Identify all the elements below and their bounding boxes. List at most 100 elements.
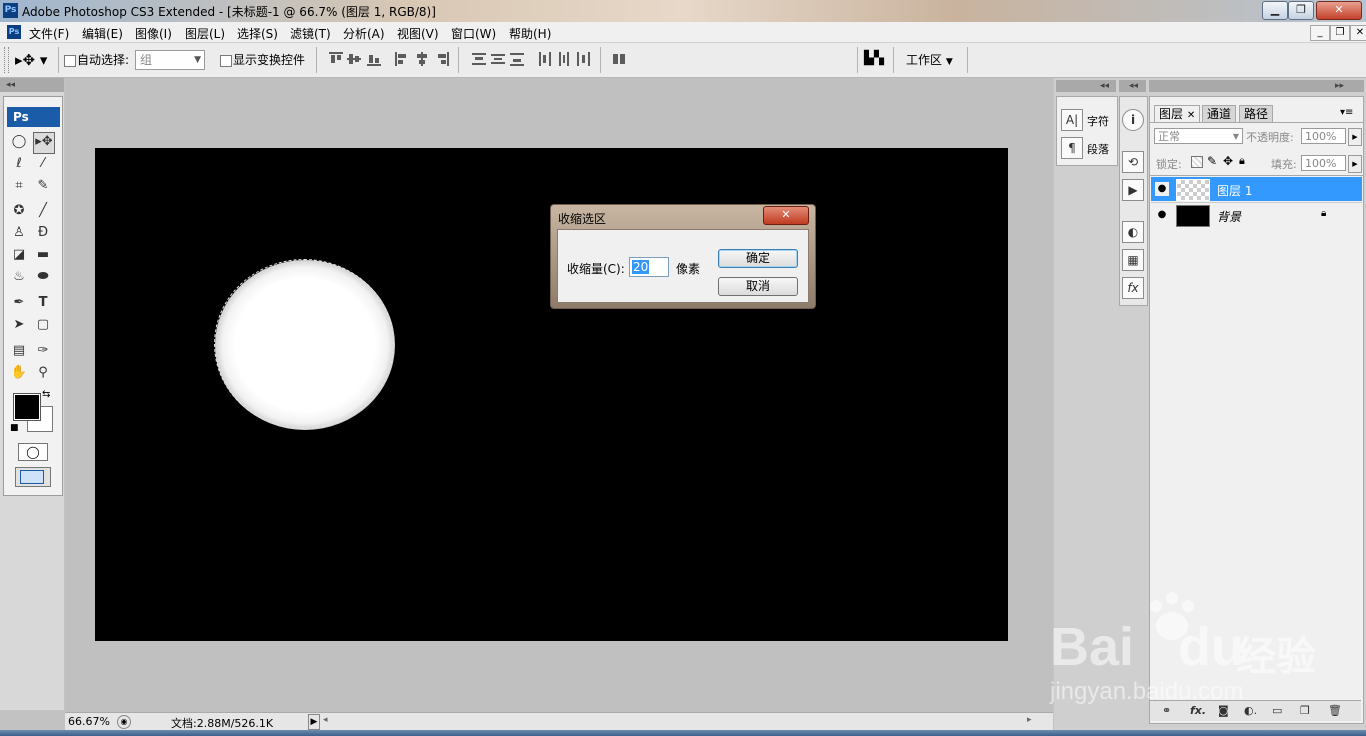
scroll-left-icon[interactable]: ◂ [323, 715, 328, 725]
fill-field[interactable]: 100% [1301, 155, 1346, 171]
align-hcenter-icon[interactable] [415, 52, 429, 66]
quick-mask-icon[interactable]: ◯ [18, 443, 48, 461]
scroll-right-icon[interactable]: ▸ [1027, 715, 1032, 725]
gradient-tool-icon[interactable]: ▬ [33, 245, 53, 265]
pen-tool-icon[interactable]: ✒ [9, 293, 29, 313]
lock-transparent-icon[interactable] [1191, 156, 1203, 168]
collapse-icon[interactable]: ◂◂ [1129, 81, 1138, 91]
minimize-icon[interactable]: ▁ [1262, 1, 1288, 20]
move-tool-icon[interactable]: ▸✥ [33, 132, 55, 154]
blur-tool-icon[interactable]: ♨ [9, 267, 29, 287]
menu-layer[interactable]: 图层(L) [185, 25, 225, 42]
layer-name[interactable]: 图层 1 [1217, 182, 1252, 199]
ok-button[interactable]: 确定 [718, 249, 798, 268]
menu-image[interactable]: 图像(I) [135, 25, 172, 42]
maximize-icon[interactable]: ❐ [1288, 1, 1314, 20]
workspace-button[interactable]: 工作区 ▼ [906, 51, 953, 68]
history-brush-tool-icon[interactable]: Ɖ [33, 223, 53, 243]
shape-tool-icon[interactable]: ▢ [33, 315, 53, 335]
distribute-bottom-icon[interactable] [510, 52, 524, 66]
magic-wand-tool-icon[interactable]: ⁄ [33, 154, 53, 174]
paragraph-icon[interactable]: ¶ [1061, 137, 1083, 159]
marquee-tool-icon[interactable]: ◯ [9, 132, 29, 152]
selection-marquee[interactable] [214, 259, 394, 429]
opacity-slider-icon[interactable]: ▶ [1348, 128, 1362, 146]
crop-tool-icon[interactable]: ⌗ [9, 176, 29, 196]
foreground-color-swatch[interactable] [13, 393, 41, 421]
menu-filter[interactable]: 滤镜(T) [290, 25, 331, 42]
auto-select-checkbox[interactable] [64, 55, 76, 67]
brush-tool-icon[interactable]: ╱ [33, 201, 53, 221]
lock-all-icon[interactable]: 🔒︎ [1239, 154, 1245, 168]
lock-image-icon[interactable]: ✎ [1207, 154, 1217, 168]
distribute-hcenter-icon[interactable] [557, 52, 571, 66]
collapse-icon[interactable]: ▸▸ [1335, 81, 1344, 91]
visibility-eye-icon[interactable]: ● [1155, 208, 1169, 222]
tab-layers[interactable]: 图层 ✕ [1154, 105, 1201, 123]
panel-menu-icon[interactable]: ▾≡ [1340, 107, 1353, 118]
lasso-tool-icon[interactable]: ℓ [9, 154, 29, 174]
hand-tool-icon[interactable]: ✋ [9, 363, 29, 383]
align-vcenter-icon[interactable] [347, 52, 361, 66]
tab-paths[interactable]: 路径 [1239, 105, 1274, 123]
menu-analysis[interactable]: 分析(A) [343, 25, 385, 42]
cancel-button[interactable]: 取消 [718, 277, 798, 296]
visibility-eye-icon[interactable]: ● [1155, 182, 1169, 196]
tab-channels[interactable]: 通道 [1202, 105, 1237, 123]
menu-file[interactable]: 文件(F) [29, 25, 69, 42]
collapse-icon[interactable]: ◂◂ [1100, 81, 1109, 91]
auto-align-layers-icon[interactable] [612, 52, 626, 66]
swatches-icon[interactable]: ▦ [1122, 249, 1144, 271]
align-bottom-icon[interactable] [367, 52, 381, 66]
lock-position-icon[interactable]: ✥ [1223, 154, 1233, 168]
options-grip[interactable] [4, 47, 9, 73]
menu-view[interactable]: 视图(V) [397, 25, 439, 42]
app-menu-icon[interactable]: Ps [7, 25, 21, 39]
collapse-icon[interactable]: ◂◂ [6, 80, 15, 90]
styles-icon[interactable]: fx [1122, 277, 1144, 299]
blend-mode-dropdown[interactable]: 正常 ▼ [1154, 128, 1243, 144]
dock-header[interactable]: ◂◂ [1119, 80, 1146, 92]
default-colors-icon[interactable]: ■ [10, 423, 19, 433]
zoom-icon[interactable]: ◉ [117, 715, 131, 729]
distribute-vcenter-icon[interactable] [491, 52, 505, 66]
actions-icon[interactable]: ▶ [1122, 179, 1144, 201]
distribute-left-icon[interactable] [538, 52, 552, 66]
opacity-field[interactable]: 100% [1301, 128, 1346, 144]
notes-tool-icon[interactable]: ▤ [9, 341, 29, 361]
zoom-level[interactable]: 66.67% [68, 715, 110, 728]
auto-select-dropdown[interactable]: 组 ▼ [135, 50, 205, 70]
distribute-top-icon[interactable] [472, 52, 486, 66]
paragraph-label[interactable]: 段落 [1087, 141, 1109, 157]
show-transform-checkbox[interactable] [220, 55, 232, 67]
info-icon[interactable]: i [1122, 109, 1144, 131]
path-selection-tool-icon[interactable]: ➤ [9, 315, 29, 335]
align-top-icon[interactable] [329, 52, 343, 66]
status-menu-icon[interactable]: ▶ [308, 714, 320, 730]
menu-help[interactable]: 帮助(H) [509, 25, 551, 42]
move-tool-preset-icon[interactable]: ▸✥ ▾ [15, 51, 47, 69]
doc-close-icon[interactable]: ✕ [1350, 25, 1366, 41]
dialog-close-icon[interactable]: ✕ [763, 206, 809, 225]
close-icon[interactable]: ✕ [1187, 110, 1195, 121]
layer-name[interactable]: 背景 [1217, 208, 1241, 225]
healing-brush-tool-icon[interactable]: ✪ [9, 201, 29, 221]
dodge-tool-icon[interactable]: ⬬ [33, 267, 53, 287]
distribute-right-icon[interactable] [576, 52, 590, 66]
screen-mode-icon[interactable] [15, 467, 51, 487]
history-icon[interactable]: ⟲ [1122, 151, 1144, 173]
menu-select[interactable]: 选择(S) [237, 25, 278, 42]
layer-row[interactable]: ● 图层 1 [1151, 177, 1362, 201]
swap-colors-icon[interactable]: ⇆ [42, 389, 50, 400]
zoom-tool-icon[interactable]: ⚲ [33, 363, 53, 383]
type-tool-icon[interactable]: T [33, 293, 53, 313]
tool-panel-header[interactable]: ◂◂ [0, 78, 64, 92]
fill-slider-icon[interactable]: ▶ [1348, 155, 1362, 173]
eyedropper-tool-icon[interactable]: ✑ [33, 341, 53, 361]
dock-header[interactable]: ◂◂ [1056, 80, 1116, 92]
bridge-icon[interactable]: ▙▚ [864, 51, 886, 67]
align-left-icon[interactable] [395, 52, 409, 66]
close-icon[interactable]: ✕ [1316, 1, 1362, 20]
dock-header[interactable]: ▸▸ [1149, 80, 1364, 92]
character-label[interactable]: 字符 [1087, 113, 1109, 129]
